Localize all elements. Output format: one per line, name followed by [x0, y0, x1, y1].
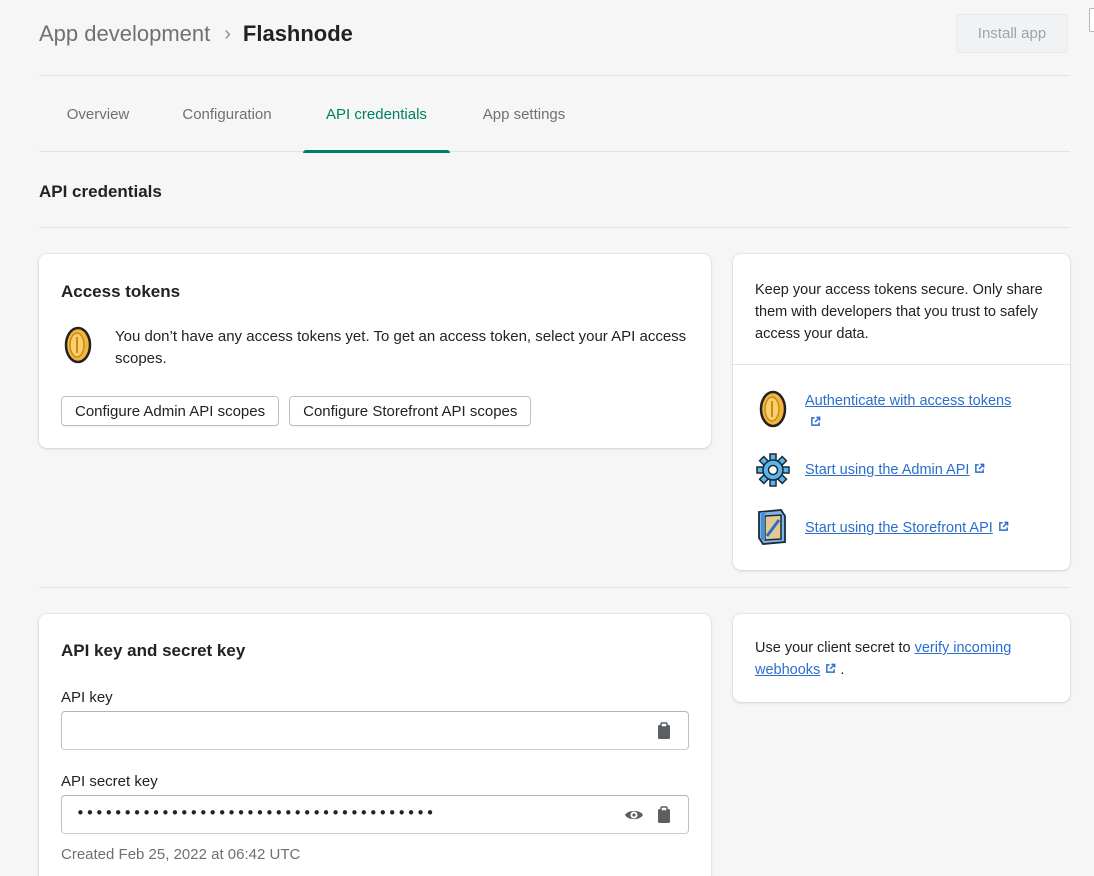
window-edge-handle: [1089, 8, 1094, 32]
storefront-icon: [758, 509, 786, 545]
divider: [39, 227, 1070, 228]
resource-item-authenticate: Authenticate with access tokens: [755, 390, 1015, 434]
authenticate-link[interactable]: Authenticate with access tokens: [805, 390, 1015, 434]
tab-overview[interactable]: Overview: [43, 76, 153, 152]
clipboard-icon[interactable]: [655, 722, 673, 740]
coin-icon: [64, 326, 92, 364]
access-tokens-title: Access tokens: [61, 282, 181, 301]
tab-api-credentials[interactable]: API credentials: [303, 76, 450, 153]
access-tokens-card: Access tokens You don’t have any access …: [39, 254, 711, 448]
storefront-api-link[interactable]: Start using the Storefront API: [805, 508, 1045, 539]
eye-icon[interactable]: [624, 806, 644, 824]
external-link-icon: [998, 521, 1009, 531]
breadcrumb-parent[interactable]: App development: [39, 20, 210, 48]
api-keys-card: API key and secret key API key API secre…: [39, 614, 711, 876]
admin-api-link[interactable]: Start using the Admin API: [805, 452, 1015, 481]
tab-configuration[interactable]: Configuration: [153, 76, 301, 152]
api-key-label: API key: [61, 689, 113, 706]
configure-storefront-api-scopes-button[interactable]: Configure Storefront API scopes: [289, 396, 532, 426]
divider: [39, 587, 1070, 588]
breadcrumb: App development › Flashnode: [39, 20, 353, 48]
api-secret-key-field[interactable]: ••••••••••••••••••••••••••••••••••••••: [61, 795, 689, 834]
divider: [733, 364, 1070, 365]
token-security-card: Keep your access tokens secure. Only sha…: [733, 254, 1070, 570]
empty-tokens-notice: You don’t have any access tokens yet. To…: [61, 326, 695, 370]
configure-admin-api-scopes-button[interactable]: Configure Admin API scopes: [61, 396, 280, 426]
chevron-right-icon: ›: [224, 23, 231, 45]
page-header: App development › Flashnode Install app: [39, 0, 1070, 76]
api-secret-key-label: API secret key: [61, 773, 158, 790]
api-keys-title: API key and secret key: [61, 641, 246, 660]
external-link-icon: [811, 416, 821, 426]
section-title: API credentials: [39, 182, 162, 201]
clipboard-icon[interactable]: [655, 806, 673, 824]
coin-icon: [759, 390, 787, 428]
webhook-info-prefix: Use your client secret to: [755, 640, 915, 656]
page: App development › Flashnode Install app …: [39, 0, 1070, 876]
page-title: Flashnode: [242, 21, 353, 46]
created-timestamp: Created Feb 25, 2022 at 06:42 UTC: [61, 846, 301, 863]
gear-icon: [756, 453, 790, 487]
empty-tokens-message: You don’t have any access tokens yet. To…: [115, 328, 687, 367]
webhook-info-text: Use your client secret to verify incomin…: [755, 637, 1045, 681]
install-app-button[interactable]: Install app: [956, 14, 1068, 53]
tab-bar: Overview Configuration API credentials A…: [39, 76, 1070, 153]
webhook-info-suffix: .: [840, 662, 845, 678]
token-security-text: Keep your access tokens secure. Only sha…: [755, 282, 1043, 342]
external-link-icon: [826, 663, 836, 673]
api-secret-key-value: ••••••••••••••••••••••••••••••••••••••: [76, 804, 436, 822]
scope-buttons: Configure Admin API scopes Configure Sto…: [61, 396, 541, 426]
external-link-icon: [975, 463, 985, 473]
webhook-info-card: Use your client secret to verify incomin…: [733, 614, 1070, 702]
api-key-field[interactable]: [61, 711, 689, 750]
tab-app-settings[interactable]: App settings: [453, 76, 595, 152]
resource-item-storefront-api: Start using the Storefront API: [755, 508, 1045, 546]
resource-item-admin-api: Start using the Admin API: [755, 452, 1015, 490]
